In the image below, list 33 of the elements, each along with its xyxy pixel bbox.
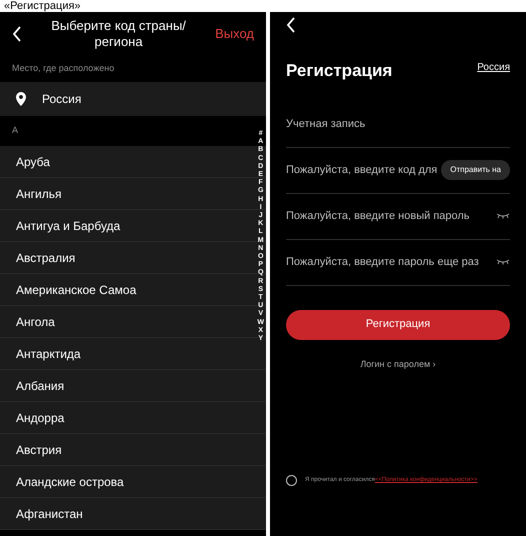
country-item[interactable]: Албания — [16, 376, 64, 394]
agreement-radio[interactable] — [286, 475, 297, 486]
country-item[interactable]: Аруба — [16, 152, 50, 170]
password-login-link[interactable]: Логин с паролем › — [360, 358, 436, 371]
send-code-button[interactable]: Отправить на — [441, 160, 510, 180]
country-item[interactable]: Афганистан — [16, 504, 83, 522]
country-item[interactable]: Ангилья — [16, 184, 62, 202]
page-title: Регистрация — [286, 60, 392, 82]
country-item[interactable]: Австрия — [16, 440, 62, 458]
country-item[interactable]: Американское Самоа — [16, 280, 136, 298]
back-icon[interactable] — [12, 26, 22, 42]
country-item[interactable]: Австралия — [16, 248, 76, 266]
region-link[interactable]: Россия — [477, 60, 510, 75]
country-item[interactable]: Ангола — [16, 312, 55, 330]
register-button[interactable]: Регистрация — [286, 310, 510, 340]
country-item[interactable]: Антигуа и Барбуда — [16, 216, 120, 234]
input-field[interactable]: Пожалуйста, введите пароль еще раз — [286, 254, 492, 270]
country-item[interactable]: Антарктида — [16, 344, 81, 362]
current-location-row[interactable]: Россия — [0, 82, 266, 116]
location-pin-icon — [16, 92, 26, 106]
exit-button[interactable]: Выход — [215, 24, 254, 44]
eye-closed-icon[interactable] — [496, 259, 510, 265]
section-label: Место, где расположено — [12, 62, 114, 76]
eye-closed-icon[interactable] — [496, 213, 510, 219]
input-field[interactable]: Учетная запись — [286, 116, 510, 132]
back-icon[interactable] — [286, 17, 296, 33]
input-field[interactable]: Пожалуйста, введите новый пароль — [286, 208, 492, 224]
section-letter: A — [12, 124, 18, 138]
country-item[interactable]: Андорра — [16, 408, 64, 426]
country-item[interactable]: Аландские острова — [16, 472, 124, 490]
picker-title: Выберите код страны/ региона — [50, 18, 187, 50]
input-field[interactable]: Пожалуйста, введите код для — [286, 162, 438, 178]
caption-text: «Регистрация» — [4, 0, 81, 12]
